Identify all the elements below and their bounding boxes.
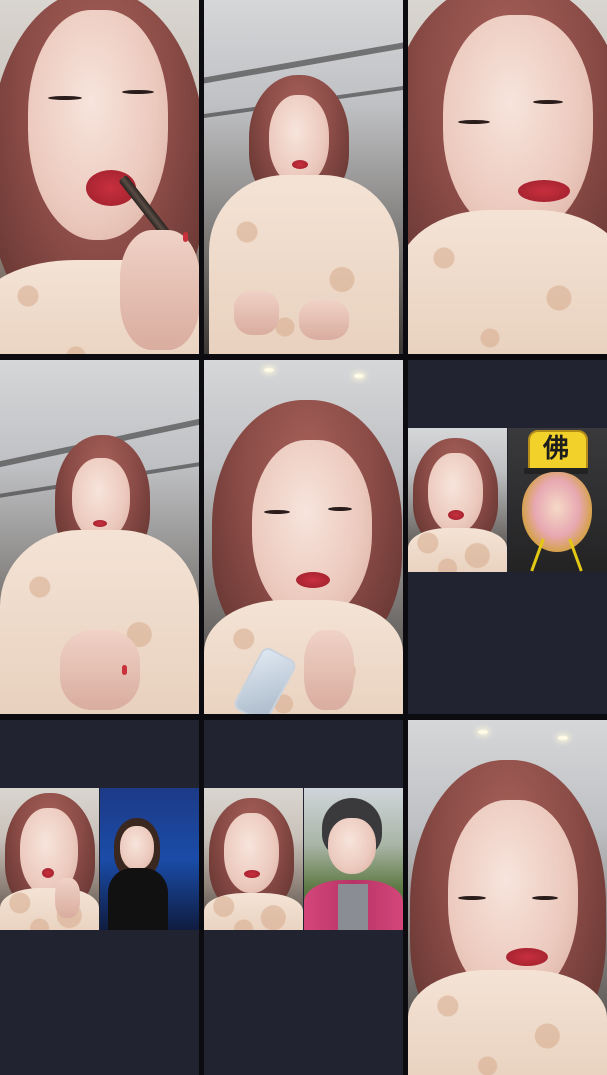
face <box>252 440 372 620</box>
hand <box>55 878 80 918</box>
split-right-monkey-mask: 佛 <box>508 428 607 572</box>
nail <box>122 665 127 675</box>
video-tile-9[interactable] <box>408 720 607 1075</box>
ceiling-lamp <box>264 368 274 372</box>
robe <box>204 893 303 930</box>
face <box>269 95 329 185</box>
lips <box>93 520 107 527</box>
eye-right <box>122 90 154 94</box>
split-right-guest <box>304 788 403 930</box>
split-left-host <box>0 788 99 930</box>
split-left-host <box>204 788 303 930</box>
face <box>72 458 130 540</box>
hand <box>299 300 349 340</box>
hand <box>234 290 279 335</box>
eye-left <box>458 120 490 124</box>
face <box>428 453 483 533</box>
ceiling-lamp <box>354 374 364 378</box>
video-tile-3[interactable] <box>408 0 607 354</box>
guest-shirt <box>338 884 368 930</box>
hand <box>120 230 199 350</box>
lips <box>244 870 260 878</box>
split-left-host <box>408 428 507 572</box>
robe <box>408 210 607 354</box>
robe <box>408 528 507 572</box>
face <box>328 818 376 874</box>
eye-left <box>264 510 290 514</box>
lips <box>518 180 570 202</box>
ceiling-lamp <box>558 736 568 740</box>
eye-right <box>328 507 352 511</box>
eye-left <box>48 96 82 100</box>
video-grid: 佛 <box>0 0 607 1075</box>
video-tile-2[interactable] <box>204 0 403 354</box>
face <box>224 813 279 893</box>
nail <box>183 232 188 242</box>
ceiling-lamp <box>478 730 488 734</box>
hand <box>304 630 354 710</box>
monkey-face <box>522 472 592 552</box>
eye-right <box>533 100 563 104</box>
video-tile-1[interactable] <box>0 0 199 354</box>
robe <box>408 970 607 1075</box>
video-tile-8[interactable] <box>204 720 403 1075</box>
eye-right <box>532 896 558 900</box>
split-right-guest <box>100 788 199 930</box>
lips <box>506 948 548 966</box>
lips <box>296 572 330 588</box>
face <box>443 15 593 235</box>
crown-glyph: 佛 <box>542 434 569 464</box>
video-tile-4[interactable] <box>0 360 199 714</box>
face <box>120 826 154 870</box>
lips <box>448 510 464 520</box>
robe <box>0 888 99 930</box>
hand <box>60 630 140 710</box>
eye-left <box>458 896 486 900</box>
video-tile-7[interactable] <box>0 720 199 1075</box>
video-tile-6[interactable]: 佛 <box>408 360 607 714</box>
lips <box>42 868 54 878</box>
video-tile-5[interactable] <box>204 360 403 714</box>
lips <box>292 160 308 169</box>
guest-dress <box>108 868 168 930</box>
